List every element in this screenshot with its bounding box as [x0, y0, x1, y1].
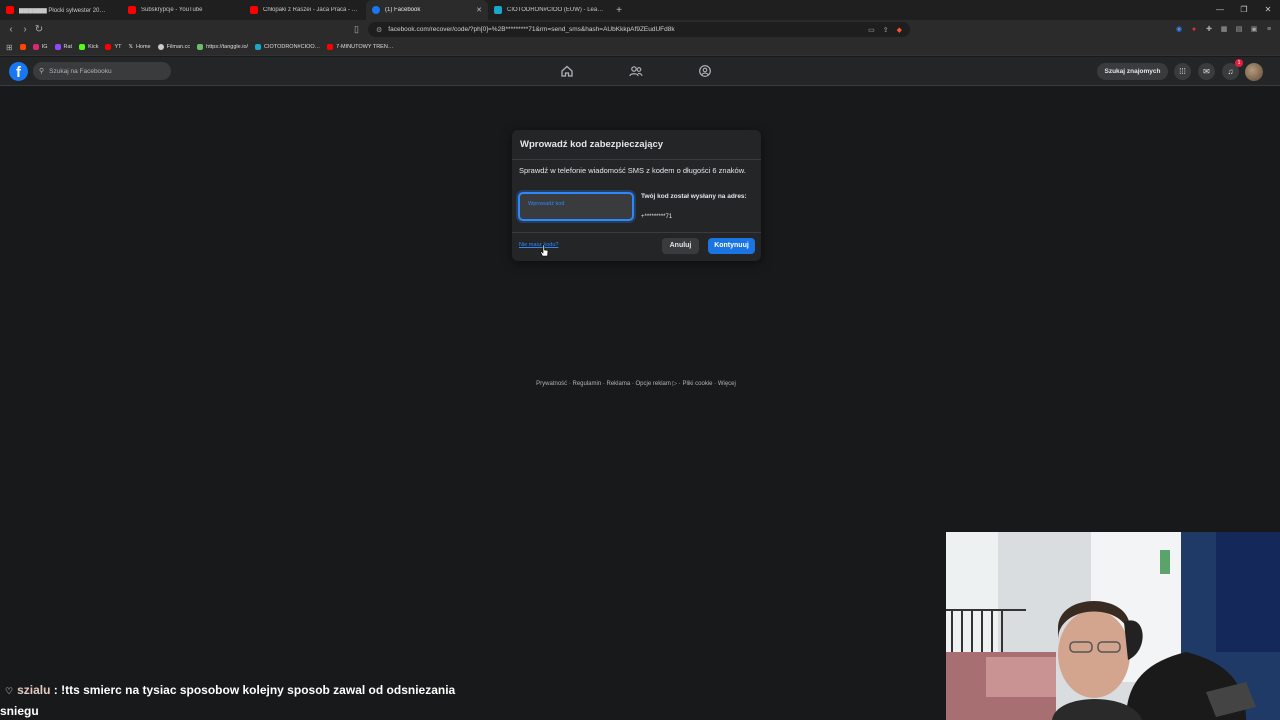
share-icon[interactable]: ⇪ [883, 26, 889, 34]
youtube-icon [250, 6, 258, 14]
code-sent-label: Twój kod został wysłany na adres: [641, 193, 747, 200]
close-tab-icon[interactable]: ✕ [476, 6, 482, 14]
new-tab-button[interactable]: + [610, 5, 628, 16]
youtube-icon [128, 6, 136, 14]
tab-1[interactable]: ▆▆▆▆▆▆ Płocki sylwester 20… [0, 0, 122, 20]
bookmark-filman[interactable]: Filman.cc [157, 44, 190, 50]
brave-shield-icon[interactable]: ◆ [897, 26, 902, 34]
close-window-icon[interactable]: ✕ [1256, 0, 1280, 20]
chat-username: szialu [17, 683, 51, 697]
messenger-icon[interactable]: ✉ [1198, 63, 1215, 80]
youtube-icon [6, 6, 14, 14]
bookmark-tanggle[interactable]: https://tanggle.io/ [197, 44, 248, 50]
dialog-title: Wprowadź kod zabezpieczający [520, 139, 664, 150]
menu-icon[interactable]: ≡ [1264, 25, 1274, 35]
no-code-link[interactable]: Nie masz kodu? [519, 242, 558, 248]
screen: ▆▆▆▆▆▆ Płocki sylwester 20… Subskrypcje … [0, 0, 1280, 720]
home-icon[interactable] [560, 64, 574, 78]
search-placeholder: Szukaj na Facebooku [49, 67, 112, 75]
friends-icon[interactable] [629, 64, 643, 78]
puzzle-icon[interactable]: ▦ [1219, 25, 1229, 35]
hand-cursor-icon [540, 244, 549, 257]
forward-icon[interactable]: › [18, 24, 32, 35]
apps-icon[interactable]: ⊞ [6, 43, 13, 52]
tab-title: Chłopaki z Raszei - Jaca Praca - YouT [263, 7, 360, 13]
bookmark-training[interactable]: 7-MINUTOWY TREN… [327, 44, 393, 50]
code-input[interactable]: Wprowadź kod [518, 192, 634, 221]
bookmark-icon[interactable]: ▯ [354, 24, 359, 35]
minimize-icon[interactable]: — [1208, 0, 1232, 20]
profile-avatar[interactable] [1245, 63, 1263, 81]
bookmarks-bar: ⊞ IG Rat Kick YT 𝕏 Home Filman.cc https:/… [0, 39, 1280, 56]
facebook-footer-links[interactable]: Prywatność · Regulamin · Reklama · Opcje… [0, 380, 1272, 387]
record-icon[interactable]: ● [1189, 25, 1199, 35]
maximize-icon[interactable]: ❐ [1232, 0, 1256, 20]
address-bar[interactable]: ⚙ facebook.com/recover/code/?ph[0]=%2B**… [368, 22, 910, 37]
cancel-button[interactable]: Anuluj [662, 238, 699, 254]
phone-number: +*********71 [641, 214, 673, 220]
facebook-logo[interactable]: f [9, 62, 28, 81]
dialog-instructions: Sprawdź w telefonie wiadomość SMS z kode… [519, 166, 746, 175]
tab-title: ▆▆▆▆▆▆ Płocki sylwester 20… [19, 7, 106, 14]
facebook-search[interactable]: ⚲ Szukaj na Facebooku [33, 62, 171, 80]
bookmark-rat[interactable]: Rat [54, 44, 72, 50]
divider [512, 159, 761, 160]
webcam-image [946, 532, 1280, 720]
find-friends-button[interactable]: Szukaj znajomych [1097, 63, 1168, 80]
search-icon: ⚲ [39, 68, 45, 75]
facebook-icon [372, 6, 380, 14]
tab-2[interactable]: Subskrypcje - YouTube [122, 0, 244, 20]
groups-icon[interactable] [698, 64, 712, 78]
extension-icon[interactable]: ✚ [1204, 25, 1214, 35]
security-code-dialog: Wprowadź kod zabezpieczający Sprawdź w t… [512, 130, 761, 261]
site-info-icon[interactable]: ⚙ [376, 26, 382, 34]
notification-badge: 1 [1235, 59, 1243, 67]
extensions: ◉ ● ✚ ▦ ▤ ▣ ≡ [1174, 20, 1280, 39]
bookmark-home[interactable]: 𝕏 Home [129, 44, 151, 50]
url-text: facebook.com/recover/code/?ph[0]=%2B****… [388, 26, 675, 33]
continue-button[interactable]: Kontynuuj [708, 238, 755, 254]
tab-5[interactable]: CIOTODRON#CIOO (EUW) - League [488, 0, 610, 20]
bookmark-yt[interactable]: YT [105, 44, 122, 50]
bookmark-league[interactable]: CIOTODRON#CIOO… [255, 44, 320, 50]
tab-title: (1) Facebook [385, 7, 421, 13]
screen-icon[interactable]: ▭ [868, 26, 875, 34]
wallet-icon[interactable]: ▣ [1249, 25, 1259, 35]
chat-heart-icon: ♡ [5, 686, 14, 696]
tab-strip: ▆▆▆▆▆▆ Płocki sylwester 20… Subskrypcje … [0, 0, 1280, 20]
back-icon[interactable]: ‹ [4, 24, 18, 35]
webcam-overlay [946, 532, 1280, 720]
sidebar-icon[interactable]: ▤ [1234, 25, 1244, 35]
audio-icon[interactable]: ◉ [1174, 25, 1184, 35]
divider [512, 232, 761, 233]
bookmark-ig[interactable]: IG [32, 44, 48, 50]
bookmark-kick[interactable]: Kick [79, 44, 98, 50]
stream-chat-message: ♡ szialu : !tts smierc na tysiac sposobow… [0, 680, 480, 720]
bookmark-reddit[interactable] [19, 44, 26, 50]
tab-title: CIOTODRON#CIOO (EUW) - League [507, 7, 604, 13]
window-controls: — ❐ ✕ [1208, 0, 1280, 20]
tab-facebook-active[interactable]: (1) Facebook ✕ [366, 0, 488, 20]
tab-3[interactable]: Chłopaki z Raszei - Jaca Praca - YouT [244, 0, 366, 20]
menu-grid-icon[interactable]: ⁞⁞⁞ [1174, 63, 1191, 80]
chat-text: : !tts smierc na tysiac sposobow kolejny… [0, 683, 456, 718]
reload-icon[interactable]: ↻ [32, 24, 46, 35]
tab-title: Subskrypcje - YouTube [141, 7, 203, 13]
league-icon [494, 6, 502, 14]
